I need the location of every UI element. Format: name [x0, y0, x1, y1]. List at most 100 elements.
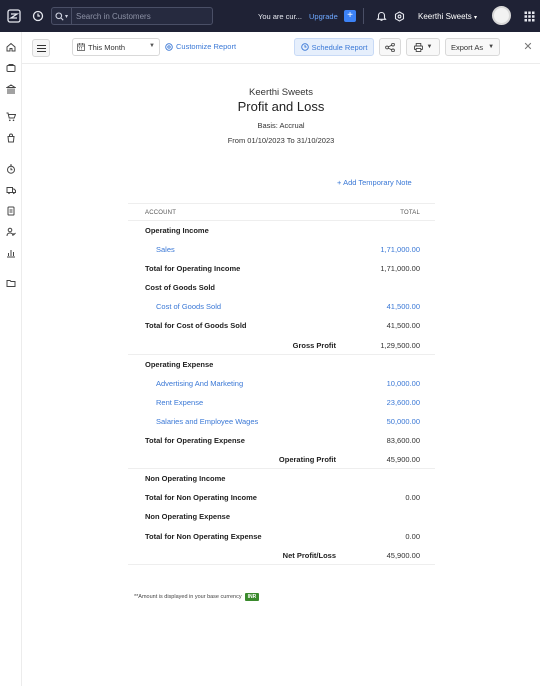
row-amount: 45,900.00 — [386, 455, 420, 465]
table-row: Operating Income — [128, 221, 435, 240]
row-amount: 41,500.00 — [386, 321, 420, 331]
users-icon[interactable] — [3, 224, 19, 240]
organization-name: Keerthi Sweets — [418, 12, 472, 21]
table-row: Operating Profit 45,900.00 — [128, 450, 435, 470]
account-link[interactable]: Sales — [156, 245, 175, 254]
menu-button[interactable] — [32, 39, 50, 57]
close-icon[interactable]: ✕ — [521, 40, 535, 54]
upgrade-link[interactable]: Upgrade — [309, 12, 338, 21]
print-button[interactable]: ▼ — [406, 38, 440, 56]
hamburger-icon — [36, 44, 46, 52]
quick-create-button[interactable]: + — [344, 10, 356, 22]
gear-icon[interactable] — [388, 5, 410, 27]
chevron-down-icon: ▾ — [474, 15, 478, 21]
table-row[interactable]: Advertising And Marketing 10,000.00 — [128, 374, 435, 393]
table-row[interactable]: Salaries and Employee Wages 50,000.00 — [128, 412, 435, 431]
share-icon — [385, 42, 395, 52]
currency-badge: INR — [244, 593, 260, 601]
currency-footnote: **Amount is displayed in your base curre… — [134, 593, 260, 601]
table-row[interactable]: Rent Expense 23,600.00 — [128, 393, 435, 412]
customize-icon — [165, 42, 173, 51]
row-label: Total for Operating Income — [145, 264, 241, 274]
purchases-icon[interactable] — [3, 130, 19, 146]
period-dropdown[interactable]: This Month ▼ — [72, 38, 160, 56]
table-row: Total for Operating Income 1,71,000.00 — [128, 259, 435, 278]
row-label: Total for Non Operating Income — [145, 493, 257, 503]
table-row[interactable]: Cost of Goods Sold 41,500.00 — [128, 297, 435, 316]
top-bar: ▾ You are cur... Upgrade + Keerthi Sweet… — [0, 0, 540, 32]
report-company-name: Keerthi Sweets — [249, 87, 313, 98]
export-as-dropdown[interactable]: Export As ▼ — [445, 38, 500, 56]
search-box[interactable]: ▾ — [51, 7, 213, 25]
row-label: Net Profit/Loss — [282, 550, 336, 560]
accountant-icon[interactable] — [3, 182, 19, 198]
table-row: Non Operating Income — [128, 469, 435, 488]
folder-icon[interactable] — [3, 275, 19, 291]
row-label: Non Operating Income — [145, 474, 226, 484]
time-tracking-icon[interactable] — [3, 161, 19, 177]
table-row[interactable]: Sales 1,71,000.00 — [128, 240, 435, 259]
row-amount: 45,900.00 — [386, 550, 420, 560]
row-amount: 0.00 — [405, 493, 420, 503]
table-body: Operating Income Sales 1,71,000.00 Total fo… — [128, 221, 435, 565]
sales-icon[interactable] — [3, 109, 19, 125]
row-amount: 83,600.00 — [386, 436, 420, 446]
organization-switcher[interactable]: Keerthi Sweets ▾ — [418, 12, 477, 21]
banking-icon[interactable] — [3, 81, 19, 97]
share-button[interactable] — [379, 38, 401, 56]
home-icon[interactable] — [3, 39, 19, 55]
row-amount: 1,29,500.00 — [380, 340, 420, 350]
account-link[interactable]: Advertising And Marketing — [156, 379, 243, 388]
amount-link[interactable]: 23,600.00 — [387, 398, 420, 407]
left-sidebar — [0, 32, 22, 686]
schedule-report-label: Schedule Report — [311, 42, 368, 52]
trial-status-text: You are cur... — [258, 12, 302, 21]
row-label: Gross Profit — [292, 340, 336, 350]
report-title: Profit and Loss — [237, 99, 325, 114]
table-row: Cost of Goods Sold — [128, 278, 435, 297]
row-amount: 1,71,000.00 — [380, 264, 420, 274]
table-row: Net Profit/Loss 45,900.00 — [128, 546, 435, 565]
row-amount: 0.00 — [405, 531, 420, 541]
search-input[interactable] — [72, 11, 202, 21]
table-row: Non Operating Expense — [128, 507, 435, 526]
amount-link[interactable]: 10,000.00 — [387, 379, 420, 388]
table-row: Total for Operating Expense 83,600.00 — [128, 431, 435, 450]
export-as-label: Export As — [450, 42, 484, 52]
recent-history-icon[interactable] — [27, 5, 49, 27]
row-label: Operating Profit — [278, 455, 336, 465]
account-link[interactable]: Rent Expense — [156, 398, 203, 407]
amount-link[interactable]: 41,500.00 — [387, 302, 420, 311]
period-label: This Month — [88, 42, 126, 52]
row-label: Operating Expense — [145, 359, 214, 369]
table-row: Total for Cost of Goods Sold 41,500.00 — [128, 316, 435, 335]
row-label: Total for Cost of Goods Sold — [145, 321, 247, 331]
row-label: Total for Operating Expense — [145, 436, 245, 446]
add-temporary-note-link[interactable]: + Add Temporary Note — [337, 178, 412, 187]
schedule-report-button[interactable]: Schedule Report — [294, 38, 374, 56]
amount-link[interactable]: 1,71,000.00 — [380, 245, 420, 254]
row-label: Total for Non Operating Expense — [145, 531, 262, 541]
profit-loss-table: ACCOUNT TOTAL Operating Income Sales 1,71,… — [128, 203, 435, 565]
amount-link[interactable]: 50,000.00 — [387, 417, 420, 426]
apps-grid-icon[interactable] — [518, 5, 540, 27]
customize-report-link[interactable]: Customize Report — [165, 42, 236, 51]
avatar[interactable] — [492, 6, 511, 25]
printer-icon — [413, 42, 423, 52]
account-link[interactable]: Salaries and Employee Wages — [156, 417, 258, 426]
search-icon[interactable]: ▾ — [52, 8, 72, 24]
report-basis: Basis: Accrual — [257, 121, 305, 130]
account-link[interactable]: Cost of Goods Sold — [156, 302, 221, 311]
chevron-down-icon: ▼ — [149, 43, 155, 49]
table-row: Total for Non Operating Expense 0.00 — [128, 527, 435, 546]
calendar-icon — [77, 43, 85, 51]
reports-icon[interactable] — [3, 245, 19, 261]
items-icon[interactable] — [3, 60, 19, 76]
table-row: Operating Expense — [128, 355, 435, 374]
app-logo-icon[interactable] — [3, 5, 25, 27]
column-header-account: ACCOUNT — [145, 210, 177, 216]
row-label: Operating Income — [145, 226, 209, 235]
table-row: Gross Profit 1,29,500.00 — [128, 336, 435, 355]
row-label: Cost of Goods Sold — [145, 283, 215, 293]
documents-icon[interactable] — [3, 203, 19, 219]
